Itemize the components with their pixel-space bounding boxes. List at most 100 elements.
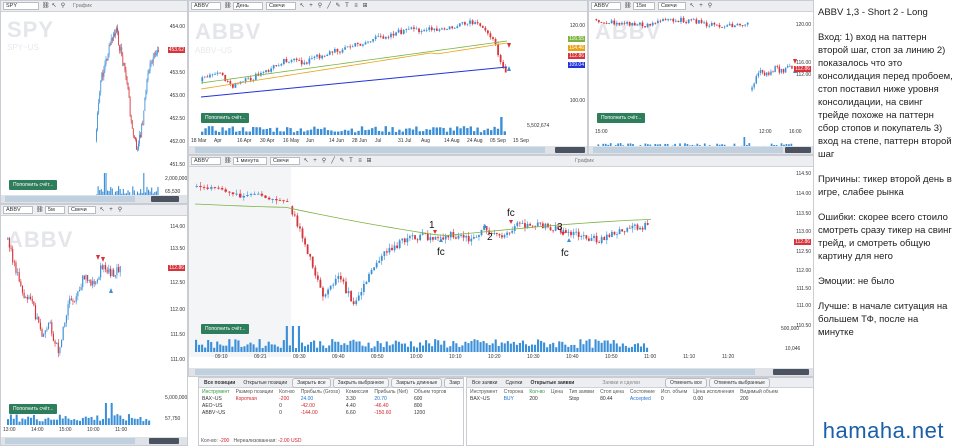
candle [143,110,145,125]
col-header[interactable]: Цена [548,388,566,395]
table-row[interactable]: ABBV~US 0 -144.00 6.60 -150.60 1200 [199,409,449,416]
tab-open-orders[interactable]: Открытые заявки [527,379,577,387]
close-selected-button[interactable]: Закрыть выбранное [332,378,390,388]
candle [763,72,766,76]
candle [44,330,46,334]
abbv-1m-scrollbar[interactable] [189,368,813,376]
volume-bar [594,339,597,352]
candle [626,227,629,232]
volume-bar [412,346,416,352]
candle [34,305,37,320]
volume-bar [107,418,110,425]
col-header[interactable]: Инструмент [199,388,233,395]
close-long-button[interactable]: Закрыть длинные [391,378,443,388]
col-header[interactable]: Тип заявки [566,388,597,395]
col-header[interactable]: Кол-во [526,388,548,395]
cell-commission: 3.30 [345,395,356,402]
abbv-daily-scrollbar[interactable] [189,146,587,154]
spy-scrollbar[interactable] [1,195,187,203]
col-header[interactable]: Комиссия [343,388,371,395]
tab-all-orders[interactable]: Все заявки [469,379,500,387]
volume-bar [570,344,573,352]
candle [570,231,572,236]
candle [659,20,662,22]
time-tick: Jul [375,138,382,144]
candle [331,51,334,53]
candle [102,72,104,77]
scroll-thumb[interactable] [785,147,811,153]
candle [64,322,66,327]
abbv-5m-panel[interactable]: ABBV ⛓ 5м Свечи ↖ + ⚲ ABBV 114.00 113.50 1… [0,204,188,446]
close-short-button[interactable]: Закр [444,378,463,388]
table-row[interactable]: BAX~US Короткая -200 24.00 3.30 20.70 60… [199,395,449,402]
col-header[interactable]: Объем торгов [411,388,449,395]
candle [753,83,755,88]
volume-bar [41,421,44,425]
deposit-button[interactable]: Пополнить счёт... [201,113,250,123]
candle [608,234,611,237]
candle [605,234,608,241]
time-tick: 09:30 [293,354,306,360]
candle [409,236,411,239]
time-tick: 10:20 [488,354,501,360]
candle [304,238,306,245]
candle [472,236,475,239]
candle [347,291,350,294]
col-header[interactable]: Инструмент [467,388,501,395]
table-row[interactable]: AEO~US 0 -42.00 4.40 -46.40 800 [199,402,449,409]
abbv-15m-scrollbar[interactable] [589,146,813,154]
candle [229,81,232,84]
col-header[interactable]: Исп. объем [658,388,690,395]
volume-bar [357,130,360,135]
close-all-button[interactable]: Закрыть все [292,378,331,388]
col-header[interactable]: Сторона [501,388,527,395]
tab-open-positions[interactable]: Открытые позиции [240,379,290,387]
tab-trades[interactable]: Сделки [502,379,525,387]
volume-bar [116,414,119,425]
scroll-thumb[interactable] [555,147,585,153]
abbv-1m-panel[interactable]: ABBV ⛓ 1 минута Свечи ↖ + ⚲ ╱ ✎ T ≡ ⊞ Гр… [188,155,814,377]
volume-bar [207,126,211,135]
candle [101,265,103,269]
col-header[interactable]: Прибыль (Gross) [298,388,343,395]
col-header[interactable]: Состояние [627,388,658,395]
deposit-button[interactable]: Пополнить счёт... [9,180,58,190]
candle [60,340,63,348]
table-row[interactable]: BAX~US BUY 200 Stop 80.44 Accepted 0 0.0… [467,395,781,402]
deposit-button[interactable]: Пополнить счёт... [201,324,250,334]
volume-bar [384,126,387,135]
cell-order-type: Stop [568,395,580,402]
spy-chart-panel[interactable]: SPY ⛓ ↖ ⚲ График SPY SPY~US 454.00 453.62… [0,0,188,204]
candle [296,215,299,227]
abbv-daily-panel[interactable]: ABBV ⛓ День Свечи ↖ + ⚲ ╱ ✎ T ≡ ⊞ ABBV A… [188,0,588,155]
col-header[interactable]: Видимый объем [737,388,781,395]
candle [314,267,317,276]
volume-bar [73,419,76,425]
volume-bar [275,127,279,135]
col-header[interactable]: Прибыль (Net) [371,388,411,395]
abbv-5m-scrollbar[interactable] [1,437,187,445]
candle [502,61,505,68]
candle [616,234,618,235]
col-header[interactable]: Стоп цена [597,388,627,395]
candle [26,297,28,300]
scroll-thumb[interactable] [151,196,179,202]
volume-bar [440,344,443,352]
abbv-15m-panel[interactable]: ABBV ⛓ 15м Свечи ↖ + ⚲ ABBV 120.00 116.00… [588,0,814,155]
cancel-selected-button[interactable]: Отменить выбранные [709,378,770,388]
scroll-thumb[interactable] [773,369,809,375]
cancel-all-button[interactable]: Отменить все [664,378,708,388]
candle [423,30,426,31]
deposit-button[interactable]: Пополнить счёт... [597,113,646,123]
candle [498,233,501,236]
tab-all-positions[interactable]: Все позиции [201,379,238,387]
candle [636,24,639,26]
col-header[interactable]: Кол-во [276,388,298,395]
col-header[interactable]: Размер позиции [233,388,277,395]
chart-annotation: fc [561,248,569,259]
volume-bar [291,326,294,352]
scroll-thumb[interactable] [149,438,179,444]
col-header[interactable]: Цена исполнения [690,388,737,395]
deposit-button[interactable]: Пополнить счёт... [9,404,58,414]
candle [309,253,312,257]
